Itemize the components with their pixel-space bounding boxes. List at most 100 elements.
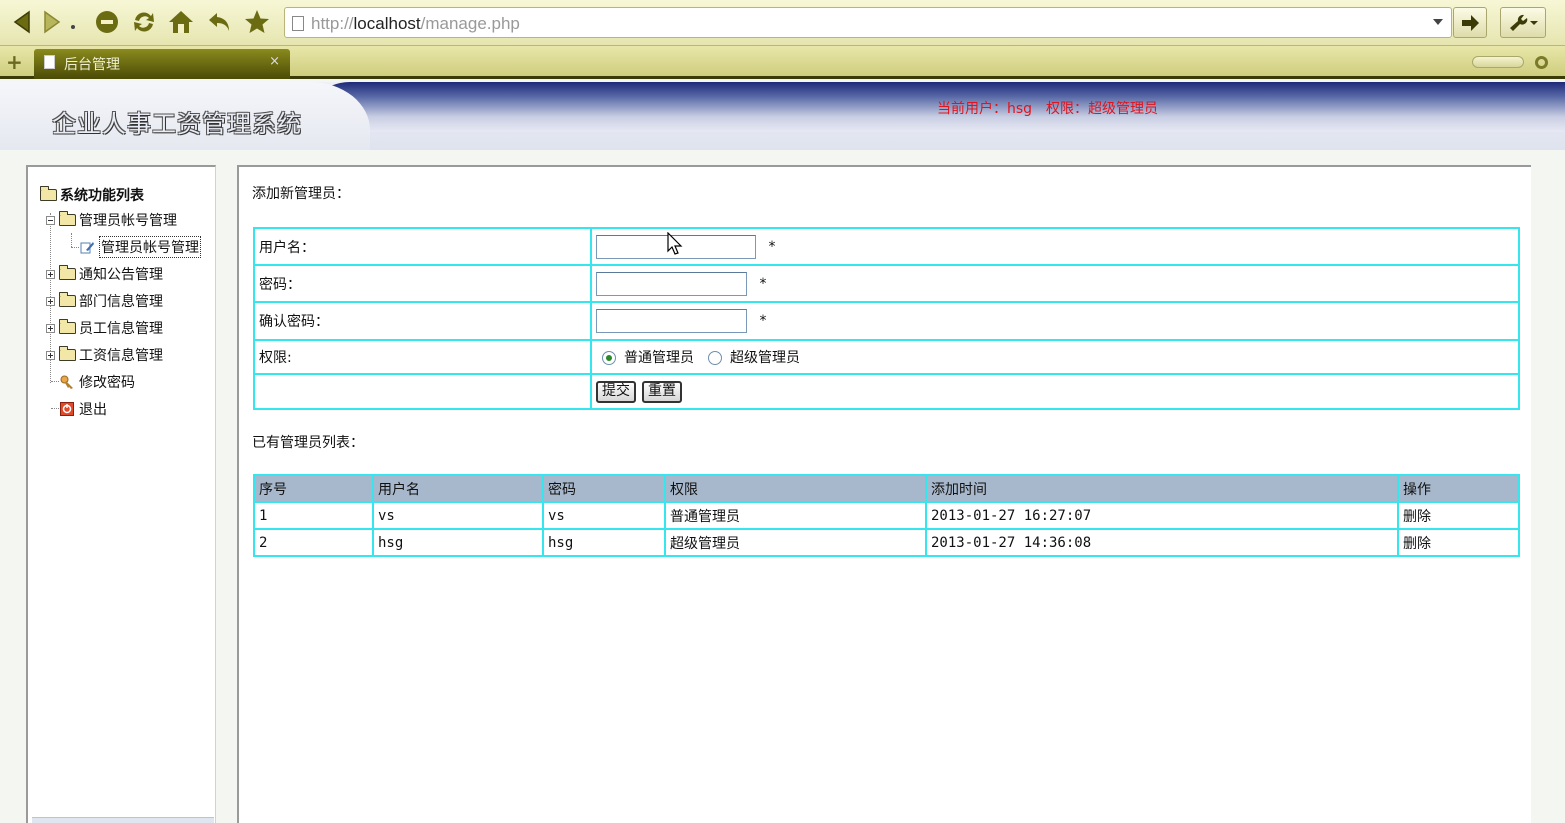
- folder-open-icon: [40, 186, 57, 201]
- actions-cell: 提交 重置: [590, 373, 1520, 410]
- url-dropdown-icon[interactable]: [1433, 19, 1443, 25]
- mouse-cursor-icon: [667, 232, 683, 255]
- tree-connector: [71, 233, 72, 247]
- new-tab-plus-icon[interactable]: +: [6, 52, 24, 72]
- tab-scroll-handle[interactable]: [1472, 56, 1524, 68]
- page-header: 企业人事工资管理系统 当前用户：hsg 权限：超级管理员: [0, 82, 1565, 150]
- confirm-password-label: 确认密码：: [253, 301, 592, 341]
- add-admin-form: 用户名： * 密码： * 确认密码： * 权限: 普通管理员 超级管理员 提交 …: [253, 227, 1520, 410]
- form-row-role: 权限: 普通管理员 超级管理员: [253, 339, 1520, 375]
- main-content: 添加新管理员： 用户名： * 密码： * 确认密码： * 权限: 普通管理员 超…: [237, 165, 1531, 823]
- admin-list-title: 已有管理员列表：: [252, 435, 364, 451]
- column-header-role: 权限: [664, 474, 927, 503]
- column-header-actions: 操作: [1397, 474, 1520, 503]
- role-option-normal-label[interactable]: 普通管理员: [624, 350, 694, 366]
- tab-close-icon[interactable]: ×: [269, 54, 280, 69]
- current-user-info: 当前用户：hsg 权限：超级管理员: [937, 101, 1159, 117]
- folder-icon: [59, 265, 76, 280]
- submit-button[interactable]: 提交: [596, 380, 636, 403]
- sidebar-item-admin-accounts-page[interactable]: 管理员帐号管理: [80, 236, 201, 258]
- back-icon[interactable]: [8, 8, 36, 36]
- admin-list-table: 序号 用户名 密码 权限 添加时间 操作 1 vs vs 普通管理员 2013-…: [253, 474, 1520, 557]
- expand-icon[interactable]: [46, 296, 55, 306]
- edit-icon: [80, 242, 94, 254]
- sidebar-item-logout[interactable]: 退出: [60, 399, 107, 419]
- url-text[interactable]: http://localhost/manage.php: [311, 14, 520, 34]
- form-row-confirm-password: 确认密码： *: [253, 301, 1520, 341]
- sidebar-item-label: 部门信息管理: [79, 294, 163, 310]
- site-title: 企业人事工资管理系统: [52, 110, 302, 138]
- reset-button[interactable]: 重置: [642, 380, 682, 403]
- sidebar-root[interactable]: 系统功能列表: [40, 185, 144, 205]
- reload-icon[interactable]: [130, 8, 158, 36]
- sidebar-item-label: 管理员帐号管理: [79, 213, 177, 229]
- go-button[interactable]: [1453, 7, 1487, 38]
- status-circle-icon[interactable]: [1535, 56, 1548, 69]
- stop-icon[interactable]: [93, 8, 121, 36]
- browser-tab[interactable]: 后台管理 ×: [34, 49, 290, 79]
- password-label: 密码：: [253, 264, 592, 303]
- sidebar-item-notices[interactable]: 通知公告管理: [46, 264, 163, 284]
- form-row-username: 用户名： *: [253, 227, 1520, 266]
- sidebar-item-salaries[interactable]: 工资信息管理: [46, 345, 163, 365]
- tools-menu-button[interactable]: [1500, 7, 1546, 38]
- forward-icon[interactable]: [38, 8, 66, 36]
- home-icon[interactable]: [167, 8, 195, 36]
- password-cell: *: [590, 264, 1520, 303]
- expand-icon[interactable]: [46, 350, 55, 360]
- column-header-index: 序号: [253, 474, 374, 503]
- address-bar[interactable]: http://localhost/manage.php: [284, 7, 1452, 38]
- folder-icon: [59, 211, 76, 226]
- folder-icon: [59, 319, 76, 334]
- table-row: 1 vs vs 普通管理员 2013-01-27 16:27:07 删除: [253, 501, 1520, 530]
- table-header-row: 序号 用户名 密码 权限 添加时间 操作: [253, 474, 1520, 503]
- sidebar-horizontal-scrollbar[interactable]: [32, 817, 214, 823]
- header-banner: [300, 82, 1565, 132]
- wrench-icon: [1510, 14, 1538, 31]
- cell-role: 普通管理员: [664, 501, 927, 530]
- confirm-password-input[interactable]: [596, 309, 747, 333]
- arrow-right-icon: [1462, 14, 1479, 31]
- sidebar-item-admin-accounts[interactable]: 管理员帐号管理: [46, 210, 177, 230]
- cell-role: 超级管理员: [664, 528, 927, 557]
- role-option-super-label[interactable]: 超级管理员: [730, 350, 800, 366]
- history-dropdown-icon[interactable]: [66, 8, 80, 36]
- cell-username: hsg: [372, 528, 544, 557]
- sidebar-item-employees[interactable]: 员工信息管理: [46, 318, 163, 338]
- undo-icon[interactable]: [206, 8, 234, 36]
- key-icon: [60, 375, 73, 389]
- expand-icon[interactable]: [46, 269, 55, 279]
- collapse-icon[interactable]: [46, 215, 55, 225]
- cell-password: hsg: [542, 528, 666, 557]
- role-radio-super[interactable]: [708, 351, 722, 365]
- column-header-username: 用户名: [372, 474, 544, 503]
- sidebar-item-change-password[interactable]: 修改密码: [60, 372, 135, 392]
- exit-icon: [60, 402, 74, 416]
- tab-strip: + 后台管理 ×: [0, 46, 1565, 79]
- required-mark: *: [759, 313, 767, 329]
- add-admin-title: 添加新管理员：: [252, 186, 350, 202]
- sidebar-item-label: 修改密码: [79, 375, 135, 391]
- sidebar-item-label: 通知公告管理: [79, 267, 163, 283]
- column-header-added-time: 添加时间: [925, 474, 1399, 503]
- delete-link[interactable]: 删除: [1397, 501, 1520, 530]
- cell-index: 1: [253, 501, 374, 530]
- sidebar-root-label: 系统功能列表: [60, 188, 144, 204]
- delete-link[interactable]: 删除: [1397, 528, 1520, 557]
- sidebar-item-label: 工资信息管理: [79, 348, 163, 364]
- cell-added-time: 2013-01-27 14:36:08: [925, 528, 1399, 557]
- sidebar-item-label: 员工信息管理: [79, 321, 163, 337]
- password-input[interactable]: [596, 271, 747, 296]
- form-row-actions: 提交 重置: [253, 373, 1520, 410]
- role-radio-normal[interactable]: [602, 351, 616, 365]
- column-header-password: 密码: [542, 474, 666, 503]
- sidebar-item-departments[interactable]: 部门信息管理: [46, 291, 163, 311]
- tree-connector: [51, 408, 59, 409]
- page-icon: [292, 16, 304, 31]
- empty-cell: [253, 373, 592, 410]
- tree-connector: [71, 247, 79, 248]
- form-row-password: 密码： *: [253, 264, 1520, 303]
- bookmark-star-icon[interactable]: [243, 8, 271, 36]
- browser-toolbar: http://localhost/manage.php: [0, 0, 1565, 46]
- expand-icon[interactable]: [46, 323, 55, 333]
